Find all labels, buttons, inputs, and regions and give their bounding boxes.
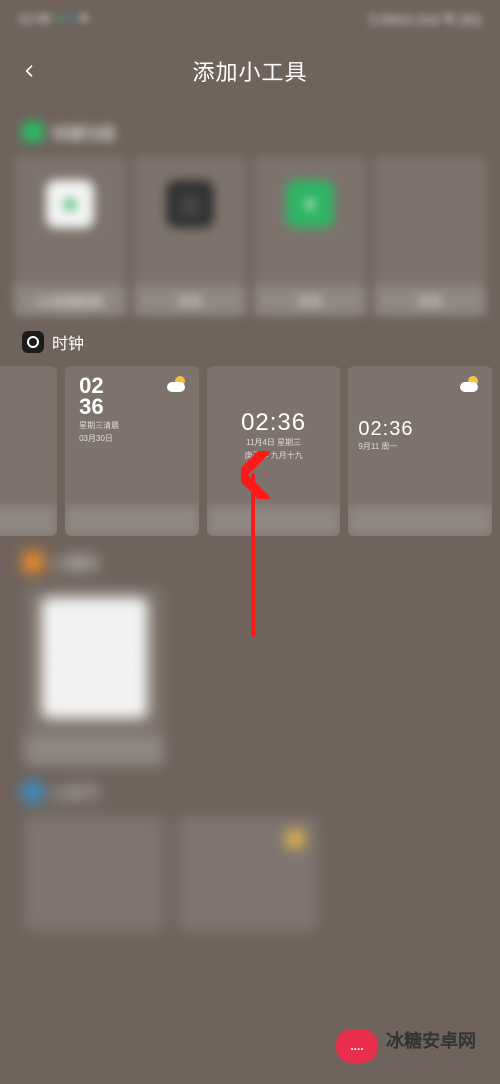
clock-date: 星期三清晨: [79, 421, 119, 431]
widget-label: [207, 506, 341, 536]
section-title: 快捷功能: [52, 120, 116, 144]
clock-date: 9月11 周一: [358, 442, 397, 452]
clock-icon: [22, 331, 44, 353]
widget-card[interactable]: ◻ 开关: [134, 156, 246, 316]
watermark: .... 冰糖安卓网 www.btxtyx.com: [330, 1021, 486, 1070]
widget-row-clock: 02 36 星期三清晨 03月30日 02:36 11月4日 星期三 庚子年 九…: [0, 366, 492, 536]
section-title: 小天气: [52, 780, 100, 804]
watermark-cn: 冰糖安卓网: [386, 1027, 476, 1053]
section-icon: [22, 121, 44, 143]
section-title: 小黄历: [52, 550, 100, 574]
status-dot-icon: [69, 15, 75, 21]
section-title: 时钟: [52, 330, 84, 354]
sun-icon: [286, 830, 304, 848]
status-right-text: 5.00K/s 2nd 号 (92): [369, 9, 482, 28]
widget-card-calendar[interactable]: [24, 586, 164, 766]
section-head-clock: 时钟: [8, 316, 492, 366]
widget-card[interactable]: 开关: [374, 156, 486, 316]
widget-card-clock[interactable]: 02:36 9月11 周一: [348, 366, 492, 536]
widget-card-weather[interactable]: [178, 816, 318, 931]
section-head-quick: 快捷功能: [8, 106, 492, 156]
section-weather: 小天气: [0, 766, 500, 931]
clock-date: 庚子年 九月十九: [244, 451, 302, 461]
header: 添加小工具: [0, 36, 500, 106]
section-head-weather: 小天气: [8, 766, 492, 816]
page-title: 添加小工具: [192, 55, 307, 87]
status-bar-right: 5.00K/s 2nd 号 (92): [369, 9, 482, 28]
section-quick: 快捷功能 ♣ 1x1区域扫码 ◻ 开关 ▾ 开关 开关: [0, 106, 500, 316]
widget-label: [348, 506, 492, 536]
weather-icon: [167, 376, 189, 392]
watermark-text: 冰糖安卓网 www.btxtyx.com: [386, 1027, 476, 1064]
widget-card-clock[interactable]: [0, 366, 57, 536]
clock-time: 02:36: [358, 419, 413, 439]
clock-date: 11月4日 星期三: [246, 438, 301, 448]
status-time: 12:48: [18, 11, 51, 26]
status-dot-icon: [57, 15, 63, 21]
calendar-grid: [42, 598, 147, 718]
status-dot-icon: [81, 15, 87, 21]
clock-date: 03月30日: [79, 434, 119, 444]
widget-label: 开关: [418, 293, 442, 310]
widget-row-quick: ♣ 1x1区域扫码 ◻ 开关 ▾ 开关 开关: [8, 156, 492, 316]
status-bar: 12:48 5.00K/s 2nd 号 (92): [0, 0, 500, 36]
app-icon: ◻: [166, 180, 214, 228]
watermark-en: www.btxtyx.com: [386, 1053, 476, 1064]
status-bar-left: 12:48: [18, 11, 87, 26]
widget-label: 开关: [178, 293, 202, 310]
widget-card-clock[interactable]: 02 36 星期三清晨 03月30日: [65, 366, 199, 536]
widget-label: 1x1区域扫码: [36, 293, 103, 310]
widget-card[interactable]: ♣ 1x1区域扫码: [14, 156, 126, 316]
app-icon: ▾: [286, 180, 334, 228]
widget-row-cal: [8, 586, 492, 766]
widget-card[interactable]: ▾ 开关: [254, 156, 366, 316]
widget-row-weather: [8, 816, 492, 931]
widget-label: [65, 506, 199, 536]
clock-time-bot: 36: [79, 397, 119, 418]
widget-label: 开关: [298, 293, 322, 310]
section-head-cal: 小黄历: [8, 536, 492, 586]
section-clock: 时钟 02 36 星期三清晨 03月30日 02:36 11月4日 星期: [0, 316, 500, 536]
watermark-badge-icon: ....: [336, 1029, 378, 1063]
widget-card-clock[interactable]: 02:36 11月4日 星期三 庚子年 九月十九: [207, 366, 341, 536]
clock-time: 02:36: [241, 411, 306, 435]
calendar-icon: [22, 551, 44, 573]
weather-section-icon: [22, 781, 44, 803]
chevron-left-icon: [22, 63, 38, 79]
section-calendar: 小黄历: [0, 536, 500, 766]
weather-icon: [460, 376, 482, 392]
app-icon: ♣: [46, 180, 94, 228]
widget-card-weather[interactable]: [24, 816, 164, 931]
back-button[interactable]: [20, 61, 40, 81]
